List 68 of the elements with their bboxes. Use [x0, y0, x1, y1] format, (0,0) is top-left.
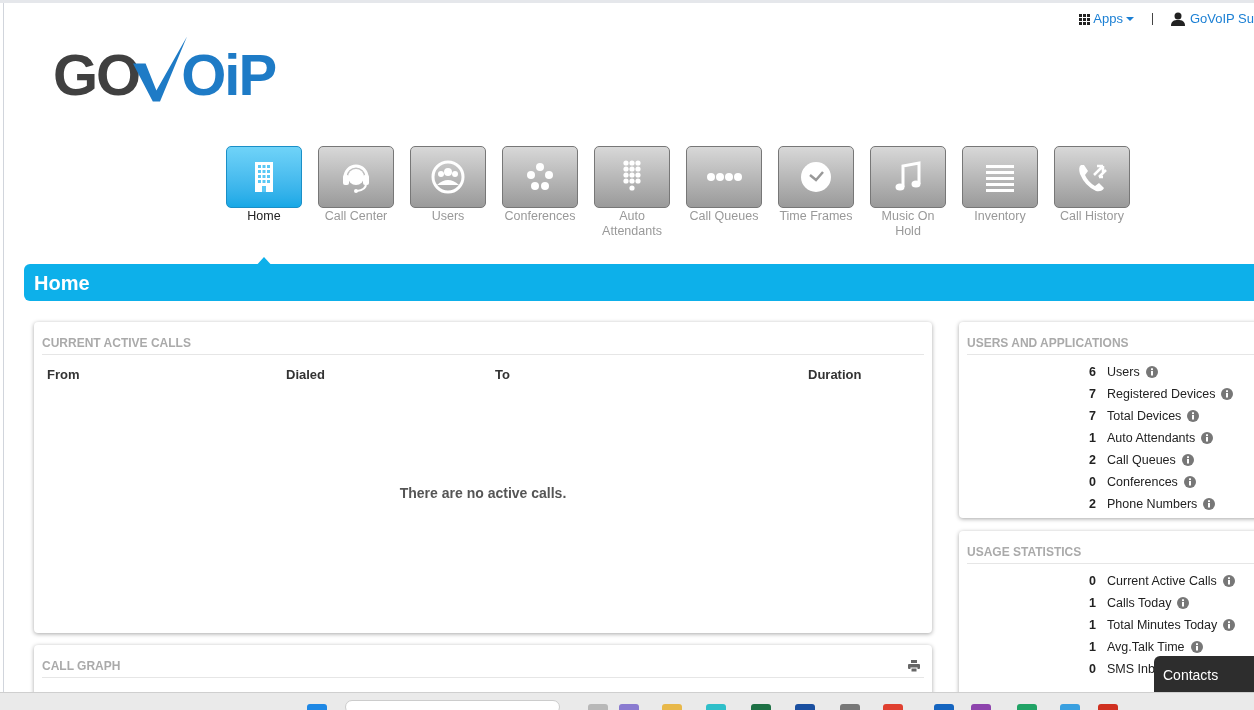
stat-count: 1	[1089, 594, 1097, 612]
app-icon[interactable]	[883, 704, 903, 710]
stat-label: Conferences	[1107, 473, 1178, 491]
info-icon	[1190, 641, 1203, 653]
stat-count: 0	[1089, 660, 1097, 678]
app-icon[interactable]	[1098, 704, 1118, 710]
panel-title: CURRENT ACTIVE CALLS	[42, 335, 191, 352]
app-icon[interactable]	[1060, 704, 1080, 710]
app-icon[interactable]	[662, 704, 682, 710]
stat-label: Calls Today	[1107, 594, 1172, 612]
stat-count: 7	[1089, 407, 1097, 425]
info-icon	[1222, 575, 1235, 587]
stat-label: Auto Attendants	[1107, 429, 1196, 447]
info-icon	[1187, 410, 1200, 422]
stat-count: 0	[1089, 572, 1097, 590]
stat-count: 0	[1089, 473, 1097, 491]
stat-count: 7	[1089, 385, 1097, 403]
info-icon	[1181, 454, 1194, 466]
column-header: Duration	[808, 366, 863, 384]
app-icon[interactable]	[840, 704, 860, 710]
info-icon	[1223, 619, 1236, 631]
panel-title: USERS AND APPLICATIONS	[967, 335, 1129, 352]
info-icon	[1177, 597, 1190, 609]
stat-label: Avg.Talk Time	[1107, 638, 1185, 656]
stat-count: 2	[1089, 495, 1097, 513]
apps-menu[interactable]: Apps	[1079, 9, 1134, 29]
search-field[interactable]	[345, 700, 560, 710]
app-icon[interactable]	[1017, 704, 1037, 710]
stat-label: Current Active Calls	[1107, 572, 1217, 590]
page-title: Home	[34, 270, 90, 296]
stat-count: 1	[1089, 638, 1097, 656]
empty-message: There are no active calls.	[399, 483, 567, 503]
app-icon[interactable]	[971, 704, 991, 710]
stat-label: Total Devices	[1107, 407, 1182, 425]
info-icon	[1145, 366, 1158, 378]
info-icon	[1183, 476, 1196, 488]
stat-label: Registered Devices	[1107, 385, 1216, 403]
info-icon	[1221, 388, 1234, 400]
info-icon	[1203, 498, 1216, 510]
app-icon[interactable]	[706, 704, 726, 710]
stat-count: 1	[1089, 429, 1097, 447]
panel-title: USAGE STATISTICS	[967, 544, 1082, 561]
column-header: From	[47, 366, 81, 384]
stat-count: 6	[1089, 363, 1097, 381]
column-header: Dialed	[286, 366, 326, 384]
stat-label: Total Minutes Today	[1107, 616, 1218, 634]
stat-count: 1	[1089, 616, 1097, 634]
app-icon[interactable]	[619, 704, 639, 710]
stat-label: Phone Numbers	[1107, 495, 1198, 513]
nav-icon	[706, 172, 742, 182]
app-icon[interactable]	[795, 704, 815, 710]
user-icon	[1170, 12, 1185, 26]
app-icon[interactable]	[588, 704, 608, 710]
caret-icon	[1125, 17, 1134, 21]
info-icon	[1201, 432, 1214, 444]
stat-label: Call Queues	[1107, 451, 1176, 469]
app-icon[interactable]	[307, 704, 327, 710]
print-icon[interactable]	[908, 660, 920, 672]
app-icon[interactable]	[934, 704, 954, 710]
stat-label: SMS Inb	[1107, 660, 1155, 678]
panel-title: CALL GRAPH	[42, 658, 121, 675]
govoip-logo: GO OiP	[53, 28, 1254, 104]
stat-label: Users	[1107, 363, 1140, 381]
app-icon[interactable]	[751, 704, 771, 710]
stat-count: 2	[1089, 451, 1097, 469]
grid-icon	[1079, 13, 1091, 25]
column-header: To	[495, 366, 511, 384]
user-menu[interactable]: GoVoIP Su	[1170, 9, 1254, 29]
